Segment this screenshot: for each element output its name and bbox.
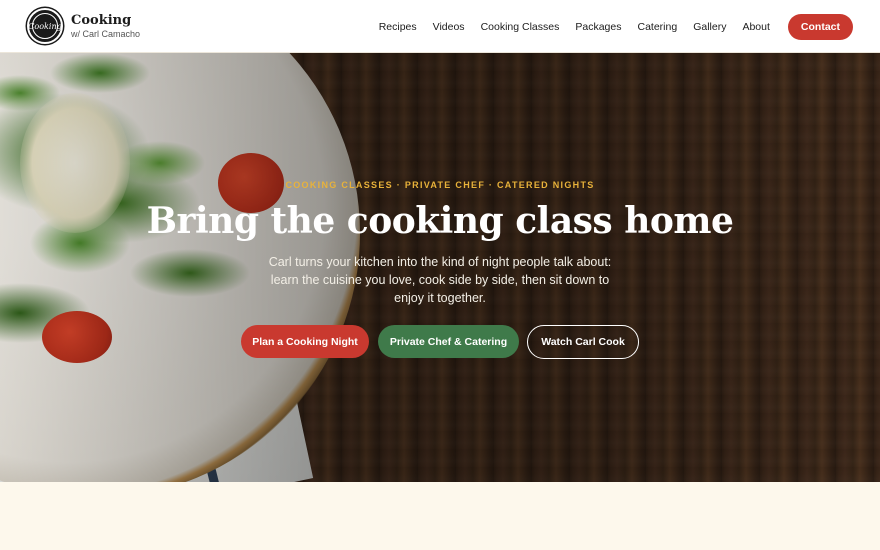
nav-item-cooking-classes[interactable]: Cooking Classes <box>481 21 560 33</box>
nav-item-videos[interactable]: Videos <box>433 21 465 33</box>
plan-cooking-night-button[interactable]: Plan a Cooking Night <box>241 325 369 358</box>
site-header: Cooking Cooking w/ Carl Camacho Recipes … <box>0 0 880 53</box>
logo-ring <box>32 13 58 39</box>
hero-buttons: Plan a Cooking Night Private Chef & Cate… <box>0 325 880 359</box>
hero-section: COOKING CLASSES · PRIVATE CHEF · CATERED… <box>0 53 880 482</box>
main-nav: Recipes Videos Cooking Classes Packages … <box>363 0 853 53</box>
hero-headline: Bring the cooking class home <box>146 200 734 242</box>
private-chef-catering-button[interactable]: Private Chef & Catering <box>378 325 519 358</box>
below-hero-section <box>0 482 880 550</box>
nav-item-gallery[interactable]: Gallery <box>693 21 726 33</box>
logo-badge-icon[interactable]: Cooking <box>27 8 63 44</box>
hero-eyebrow: COOKING CLASSES · PRIVATE CHEF · CATERED… <box>285 180 595 190</box>
watch-carl-cook-button[interactable]: Watch Carl Cook <box>527 325 639 359</box>
hero-subtext: Carl turns your kitchen into the kind of… <box>268 255 612 305</box>
brand-subtitle: w/ Carl Camacho <box>71 28 141 39</box>
hero-content: COOKING CLASSES · PRIVATE CHEF · CATERED… <box>0 53 880 482</box>
nav-item-about[interactable]: About <box>742 21 769 33</box>
nav-item-packages[interactable]: Packages <box>575 21 621 33</box>
brand-block[interactable]: Cooking w/ Carl Camacho <box>71 13 140 40</box>
contact-button[interactable]: Contact <box>787 13 853 40</box>
nav-item-catering[interactable]: Catering <box>637 21 677 33</box>
brand-title: Cooking <box>71 12 132 28</box>
nav-item-recipes[interactable]: Recipes <box>379 21 417 33</box>
